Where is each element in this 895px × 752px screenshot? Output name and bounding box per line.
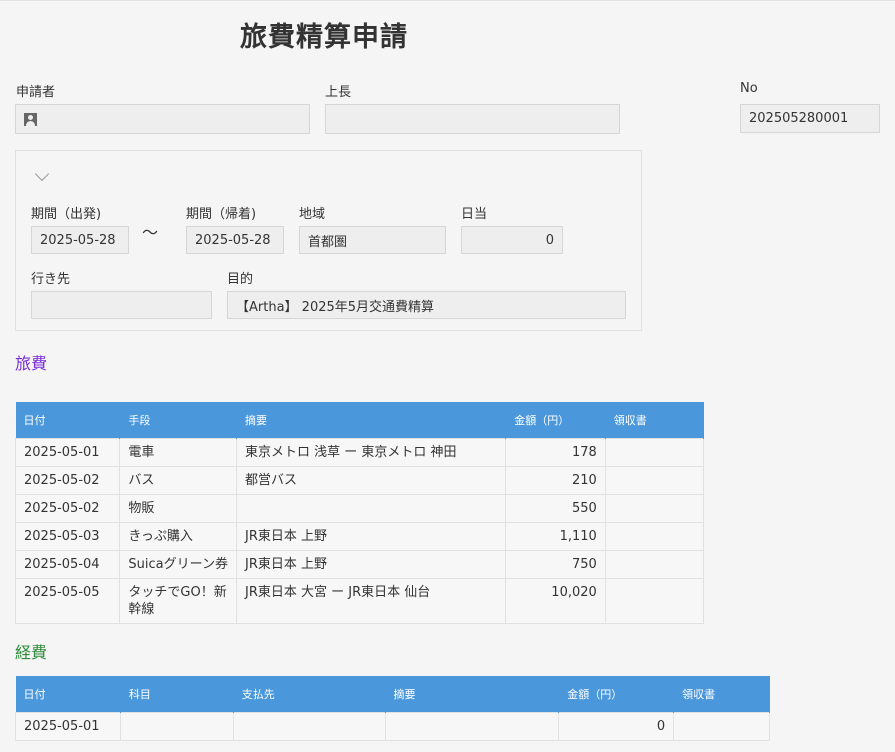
tilde-separator: ～ [142, 223, 159, 242]
cell-method: Suicaグリーン券 [119, 549, 237, 579]
cell-summary [235, 493, 507, 523]
purpose-label: 目的 [227, 272, 254, 287]
purpose-field[interactable]: 【Artha】 2025年5月交通費精算 [227, 291, 626, 319]
end-date-label: 期間（帰着) [186, 207, 257, 222]
cell-receipt[interactable] [604, 465, 705, 495]
cell-receipt[interactable] [604, 521, 705, 551]
cell-date: 2025-05-02 [14, 493, 121, 523]
cell-method: 物販 [119, 493, 237, 523]
cell-method: バス [119, 465, 237, 495]
cell-amount: 1,110 [505, 521, 606, 551]
travel-table: 日付 手段 摘要 金額（円） 領収書 2025-05-01 電車 東京メトロ 浅… [14, 402, 705, 624]
allowance-value: 0 [545, 232, 554, 248]
allowance-field[interactable]: 0 [461, 226, 563, 254]
col-header-date: 日付 [15, 676, 121, 712]
cell-summary: JR東日本 上野 [235, 549, 507, 579]
expense-heading: 経費 [15, 643, 48, 662]
page-title: 旅費精算申請 [240, 22, 408, 53]
destination-field[interactable] [31, 291, 212, 319]
region-label: 地域 [299, 207, 326, 222]
col-header-summary: 摘要 [236, 402, 507, 438]
cell-summary: JR東日本 上野 [235, 521, 507, 551]
cell-summary [384, 711, 560, 741]
cell-receipt[interactable] [673, 711, 770, 741]
cell-receipt[interactable] [604, 437, 705, 467]
expense-header-row: 日付 科目 支払先 摘要 金額（円） 領収書 [15, 676, 770, 712]
table-row[interactable]: 2025-05-03 きっぷ購入 JR東日本 上野 1,110 [14, 521, 705, 551]
col-header-summary: 摘要 [385, 676, 560, 712]
no-label: No [740, 81, 758, 96]
col-header-receipt: 領収書 [673, 676, 770, 712]
cell-date: 2025-05-04 [14, 549, 121, 579]
applicant-field[interactable] [15, 104, 310, 134]
table-row[interactable]: 2025-05-05 タッチでGO！新幹線 JR東日本 大宮 ー JR東日本 仙… [14, 577, 705, 624]
start-date-field[interactable]: 2025-05-28 [31, 226, 129, 254]
col-header-payee: 支払先 [233, 676, 386, 712]
cell-amount: 550 [505, 493, 606, 523]
end-date-field[interactable]: 2025-05-28 [186, 226, 284, 254]
cell-date: 2025-05-05 [14, 577, 121, 624]
cell-receipt[interactable] [604, 577, 705, 624]
cell-date: 2025-05-02 [14, 465, 121, 495]
cell-date: 2025-05-01 [15, 711, 121, 741]
cell-account [119, 711, 234, 741]
table-row[interactable]: 2025-05-02 バス 都営バス 210 [14, 465, 705, 495]
boss-label: 上長 [325, 85, 352, 100]
cell-method: タッチでGO！新幹線 [119, 577, 237, 624]
cell-date: 2025-05-03 [14, 521, 121, 551]
start-date-label: 期間（出発) [31, 207, 102, 222]
region-value: 首都圏 [308, 234, 348, 250]
cell-amount: 750 [505, 549, 606, 579]
boss-field[interactable] [325, 104, 620, 134]
table-row[interactable]: 2025-05-02 物販 550 [14, 493, 705, 523]
purpose-value: 【Artha】 2025年5月交通費精算 [236, 299, 435, 315]
cell-method: 電車 [119, 437, 237, 467]
allowance-label: 日当 [461, 207, 488, 222]
travel-header-row: 日付 手段 摘要 金額（円） 領収書 [15, 402, 705, 438]
table-row[interactable]: 2025-05-01 電車 東京メトロ 浅草 ー 東京メトロ 神田 178 [14, 437, 705, 467]
start-date-value: 2025-05-28 [40, 232, 116, 248]
expense-table: 日付 科目 支払先 摘要 金額（円） 領収書 2025-05-01 0 [15, 676, 770, 741]
cell-payee [232, 711, 386, 741]
cell-amount: 178 [505, 437, 606, 467]
cell-method: きっぷ購入 [119, 521, 237, 551]
end-date-value: 2025-05-28 [195, 232, 271, 248]
user-icon [24, 112, 37, 126]
col-header-amount: 金額（円） [505, 402, 606, 438]
travel-heading: 旅費 [15, 354, 48, 373]
destination-label: 行き先 [31, 272, 71, 287]
applicant-label: 申請者 [16, 85, 56, 100]
table-row[interactable]: 2025-05-04 Suicaグリーン券 JR東日本 上野 750 [14, 549, 705, 579]
region-field[interactable]: 首都圏 [299, 226, 446, 254]
cell-summary: 東京メトロ 浅草 ー 東京メトロ 神田 [235, 437, 507, 467]
col-header-account: 科目 [120, 676, 234, 712]
cell-receipt[interactable] [604, 493, 705, 523]
no-field: 202505280001 [740, 104, 880, 133]
col-header-amount: 金額（円） [558, 676, 675, 712]
cell-summary: JR東日本 大宮 ー JR東日本 仙台 [235, 577, 507, 624]
col-header-method: 手段 [119, 402, 237, 438]
cell-receipt[interactable] [604, 549, 705, 579]
cell-amount: 210 [505, 465, 606, 495]
cell-amount: 10,020 [505, 577, 606, 624]
no-value: 202505280001 [749, 111, 849, 126]
col-header-date: 日付 [15, 402, 121, 438]
cell-amount: 0 [558, 711, 675, 741]
col-header-receipt: 領収書 [605, 402, 705, 438]
cell-date: 2025-05-01 [14, 437, 121, 467]
table-row[interactable]: 2025-05-01 0 [15, 711, 770, 741]
cell-summary: 都営バス [235, 465, 507, 495]
